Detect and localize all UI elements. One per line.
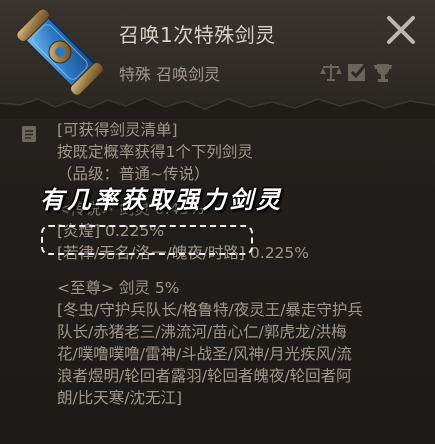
decorative-separator [0, 97, 435, 119]
trophy-icon[interactable] [372, 61, 394, 83]
desc-line: [可获得剑灵清单] [57, 121, 178, 139]
item-tooltip-panel: 召唤1次特殊剑灵 特殊 召唤剑灵 [可获得剑灵清单] 按既定概率获得1个下列剑灵… [0, 0, 435, 444]
supreme-spirit-list: [冬虫/守护兵队长/格鲁特/夜灵王/暴走守护兵 [57, 301, 363, 319]
supreme-spirit-list: 朗/比天寒/沈无江] [57, 389, 182, 407]
highlight-annotation-box [41, 225, 253, 255]
supreme-spirit-list: 浪者煜明/轮回者露羽/轮回者魄夜/轮回者阿 [57, 367, 352, 385]
supreme-spirit-list: 队长/赤猪老三/沸流河/苗心仁/郭虎龙/洪梅 [57, 323, 347, 341]
document-icon [22, 126, 36, 142]
desc-line: 按既定概率获得1个下列剑灵 [57, 143, 253, 161]
close-icon [387, 16, 415, 44]
blue-scroll-icon [16, 8, 104, 96]
item-subtitle: 特殊 召唤剑灵 [119, 65, 221, 84]
supreme-spirit-list: 花/噗噜噗噜/雷神/斗战圣/风神/月光疾风/流 [57, 345, 352, 363]
checkbox-icon[interactable] [346, 61, 368, 83]
supreme-tier-header: <至尊> 剑灵 5% [57, 279, 180, 297]
item-title: 召唤1次特殊剑灵 [119, 23, 276, 47]
item-description: [可获得剑灵清单] 按既定概率获得1个下列剑灵 （品级：普通~传说） <传说> … [57, 119, 417, 409]
overlay-caption: 有几率获取强力剑灵 [40, 185, 283, 214]
close-button[interactable] [383, 12, 419, 48]
scale-icon[interactable] [320, 61, 342, 83]
item-header: 召唤1次特殊剑灵 特殊 召唤剑灵 [0, 0, 435, 104]
